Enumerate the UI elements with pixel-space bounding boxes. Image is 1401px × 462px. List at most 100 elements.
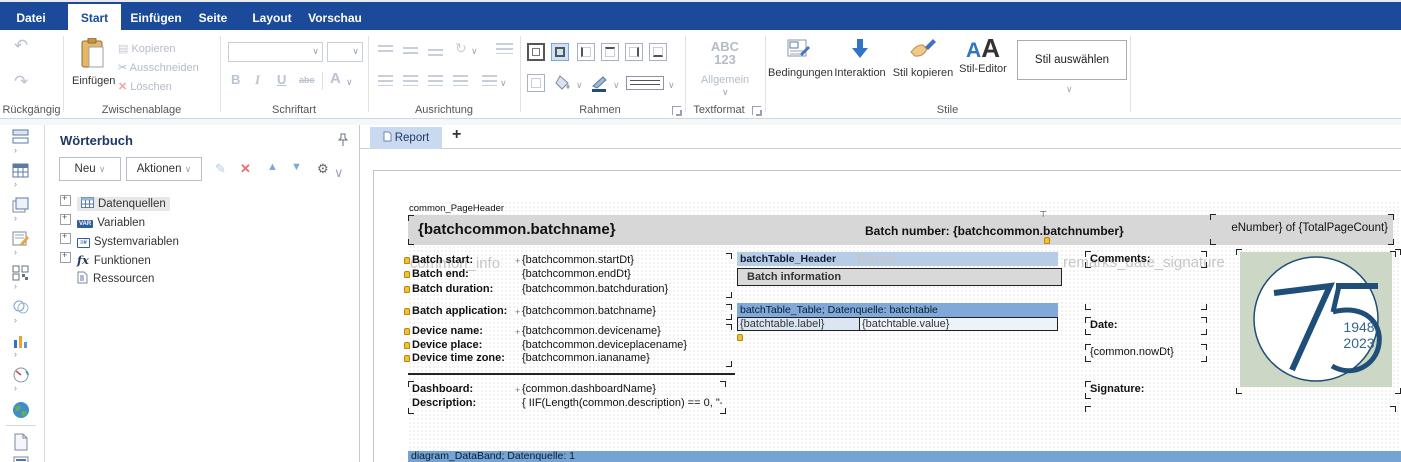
cut-button[interactable]: ✂ Ausschneiden (118, 61, 199, 74)
expand-icon[interactable] (60, 214, 71, 225)
tab-start[interactable]: Start (68, 4, 121, 32)
tab-vorschau[interactable]: Vorschau (306, 4, 364, 32)
bands-tool-chevron[interactable]: › (14, 145, 17, 155)
paste-button[interactable]: Einfügen (72, 38, 114, 96)
wrap-text-icon[interactable] (496, 43, 513, 54)
style-editor-button[interactable]: AA Stil-Editor (956, 36, 1010, 75)
tab-einfuegen[interactable]: Einfügen (128, 4, 184, 32)
batchtable-data-band[interactable]: batchTable_Table; Datenquelle: batchtabl… (737, 303, 1058, 317)
info-value[interactable]: {batchcommon.batchduration} (522, 283, 668, 295)
batch-information-textbox[interactable]: Batch information (737, 268, 1062, 286)
bottom-border-button[interactable] (649, 43, 667, 61)
report-page[interactable]: common_PageHeader {batchcommon.batchname… (360, 149, 1401, 462)
font-size-select[interactable]: ∨ (327, 42, 363, 62)
text-rotate-icon[interactable]: ↻ (455, 40, 467, 57)
panel-tool-chevron[interactable]: › (14, 213, 17, 223)
redo-icon[interactable]: ↷ (14, 72, 28, 92)
info-label[interactable]: Device time zone: (412, 352, 505, 364)
info-label[interactable]: Batch application: (412, 305, 507, 317)
batchname-textbox[interactable]: {batchcommon.batchname} (418, 221, 616, 238)
signature-tool-icon[interactable] (10, 231, 32, 247)
actions-button[interactable]: Aktionen ∨ (126, 157, 202, 181)
fill-color-chevron[interactable]: ∨ (576, 80, 583, 91)
info-value[interactable]: {batchcommon.iananame} (522, 352, 650, 364)
gear-icon[interactable]: ⚙ (317, 161, 329, 177)
no-border-button[interactable] (527, 74, 545, 92)
line-style-select[interactable] (626, 76, 664, 90)
chart-tool-chevron[interactable]: › (14, 349, 17, 359)
info-value[interactable]: {common.dashboardName} (522, 383, 656, 395)
info-value[interactable]: {batchcommon.endDt} (522, 268, 631, 280)
all-borders-button[interactable] (527, 43, 545, 61)
shapes-tool-chevron[interactable]: › (14, 315, 17, 325)
conditions-button[interactable]: Bedingungen (768, 38, 830, 79)
resize-handle[interactable]: + (515, 256, 520, 266)
map-tool-icon[interactable] (10, 401, 32, 419)
align-center-icon[interactable] (403, 75, 418, 86)
border-color-icon[interactable] (590, 74, 610, 92)
divider-line[interactable] (408, 373, 735, 375)
tab-layout[interactable]: Layout (248, 4, 296, 32)
table-tool-icon[interactable] (10, 163, 32, 179)
tree-item-ressourcen[interactable]: Ressourcen (77, 271, 154, 288)
anniversary-logo[interactable]: 1948 2023 (1240, 252, 1392, 387)
batchnumber-textbox[interactable]: Batch number: {batchcommon.batchnumber} (865, 224, 1124, 238)
now-date-textbox[interactable]: {common.nowDt} (1090, 346, 1174, 358)
info-label[interactable]: Dashboard: (412, 383, 473, 395)
expand-icon[interactable] (60, 233, 71, 244)
delete-item-icon[interactable]: ✕ (240, 161, 251, 177)
move-down-icon[interactable]: ▼ (291, 161, 302, 173)
left-border-button[interactable] (577, 43, 595, 61)
font-color-button[interactable]: A (330, 70, 341, 87)
align-left-icon[interactable] (378, 75, 393, 86)
copy-style-button[interactable]: Stil kopieren (890, 38, 956, 79)
top-border-button[interactable] (601, 43, 619, 61)
right-border-button[interactable] (625, 43, 643, 61)
bands-tool-icon[interactable] (10, 129, 32, 145)
tab-seite[interactable]: Seite (192, 4, 234, 32)
fill-color-icon[interactable] (555, 74, 573, 92)
spacing-chevron[interactable]: ∨ (500, 78, 507, 89)
info-value[interactable]: {batchcommon.startDt} (522, 254, 634, 266)
expand-icon[interactable] (60, 195, 71, 206)
shapes-tool-icon[interactable] (10, 299, 32, 315)
signature-tool-chevron[interactable]: › (14, 247, 17, 257)
underline-button[interactable]: U (277, 72, 286, 87)
align-middle-icon[interactable] (403, 47, 418, 54)
barcode-tool-icon[interactable] (10, 265, 32, 281)
info-label[interactable]: Batch start: (412, 254, 473, 266)
tab-datei[interactable]: Datei (10, 4, 52, 32)
richtext-component-icon[interactable] (10, 445, 32, 462)
textformat-dialog-launcher[interactable] (752, 106, 761, 115)
table-cell-value[interactable]: {batchtable.value} (859, 317, 1058, 331)
interaction-button[interactable]: Interaktion (832, 38, 888, 79)
font-color-chevron[interactable]: ∨ (346, 77, 353, 88)
strikethrough-button[interactable]: abc (299, 75, 315, 85)
delete-button[interactable]: ✕ Löschen (118, 80, 172, 93)
resize-handle[interactable]: + (515, 327, 520, 337)
info-value[interactable]: {batchcommon.batchname} (522, 305, 656, 317)
borders-dialog-launcher[interactable] (672, 106, 681, 115)
gauge-tool-icon[interactable] (10, 367, 32, 383)
table-cell-label[interactable]: {batchtable.label} (737, 317, 860, 331)
outer-border-button[interactable] (551, 43, 569, 61)
select-style-chevron[interactable]: ∨ (1066, 84, 1073, 95)
gauge-tool-chevron[interactable]: › (14, 383, 17, 393)
expand-icon[interactable] (60, 252, 71, 263)
info-label[interactable]: Device name: (412, 325, 483, 337)
gear-chevron[interactable]: ∨ (334, 165, 344, 181)
panel-tool-icon[interactable] (10, 197, 32, 213)
italic-button[interactable]: I (255, 72, 260, 88)
info-label[interactable]: Description: (412, 397, 476, 409)
info-label[interactable]: Batch duration: (412, 283, 493, 295)
align-bottom-icon[interactable] (428, 49, 443, 56)
font-family-select[interactable]: ∨ (228, 42, 323, 62)
tree-item-datenquellen[interactable]: Datenquellen (60, 195, 170, 212)
align-right-icon[interactable] (428, 75, 443, 86)
comments-textbox[interactable]: Comments: (1090, 253, 1151, 265)
info-value[interactable]: { IIF(Length(common.description) == 0, "… (522, 397, 722, 409)
pin-icon[interactable] (337, 133, 349, 147)
info-label[interactable]: Device place: (412, 339, 482, 351)
border-color-chevron[interactable]: ∨ (613, 80, 620, 91)
table-tool-chevron[interactable]: › (14, 179, 17, 189)
